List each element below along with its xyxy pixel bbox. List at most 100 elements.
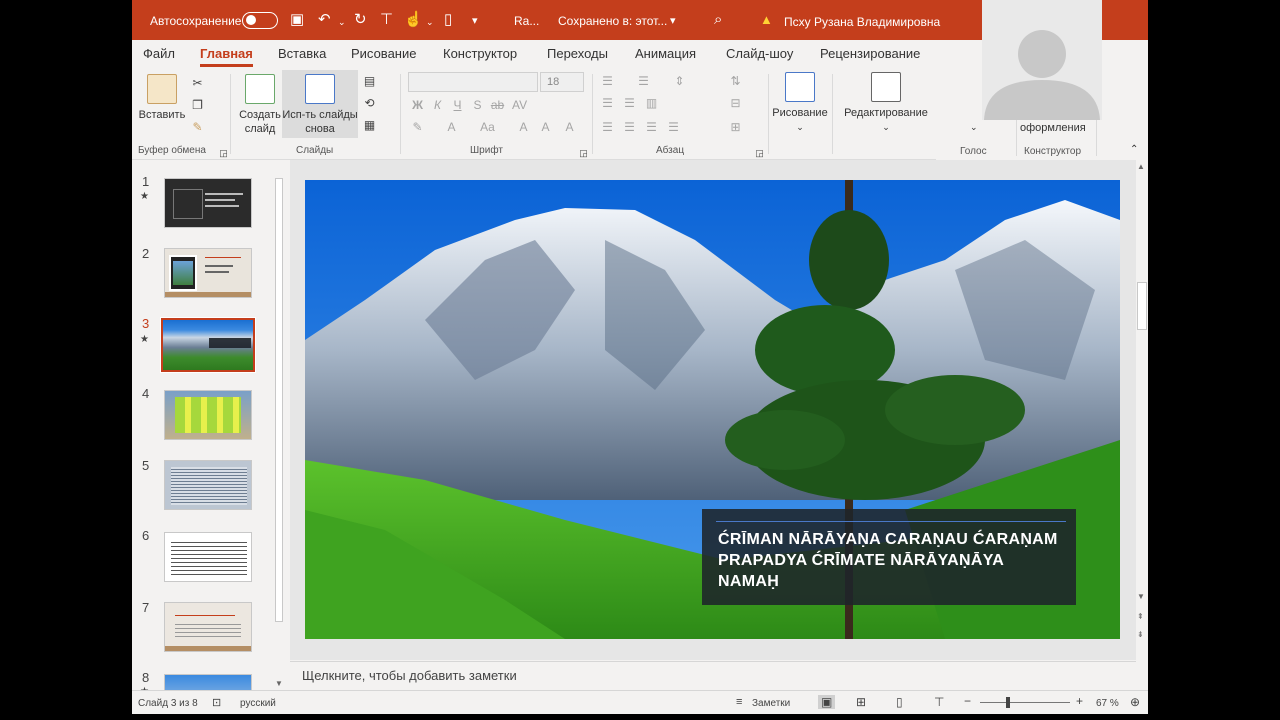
customize-toolbar-icon[interactable]: ▾ (472, 13, 478, 30)
drawing-button[interactable]: Рисование ⌄ (772, 72, 828, 134)
save-status[interactable]: Сохранено в: этот... (558, 14, 667, 28)
slide-scrollbar[interactable]: ▲ ▼ ⇞ ⇟ (1136, 160, 1148, 660)
user-name[interactable]: Псху Рузана Владимировна (784, 15, 940, 29)
font-size-field[interactable]: 18 (540, 72, 584, 92)
current-slide[interactable]: ĆRĪMAN NĀRĀYAṆA CARAṆAU ĆARAṆAM PRAPADYA… (305, 180, 1120, 639)
align-text-icon[interactable]: ⊟ (728, 96, 743, 111)
touch-dropdown-icon[interactable]: ⌄ (426, 14, 434, 31)
scroll-down-icon[interactable]: ▼ (1137, 592, 1145, 601)
tab-review[interactable]: Рецензирование (820, 46, 920, 61)
increase-font-icon[interactable]: A (516, 120, 531, 135)
font-color-icon[interactable]: A (444, 120, 459, 135)
font-launcher-icon[interactable]: ◲ (576, 146, 591, 161)
zoom-in-icon[interactable]: + (1076, 694, 1083, 708)
scroll-down-icon[interactable]: ▼ (275, 679, 283, 688)
decrease-indent-icon[interactable]: ☰ (600, 96, 615, 111)
autosave-toggle[interactable] (242, 12, 278, 29)
undo-dropdown-icon[interactable]: ⌄ (338, 14, 346, 31)
zoom-slider-thumb[interactable] (1006, 697, 1010, 708)
italic-icon[interactable]: К (430, 98, 445, 113)
align-center-icon[interactable]: ☰ (622, 120, 637, 135)
change-case-icon[interactable]: Aa (480, 120, 495, 135)
next-slide-icon[interactable]: ⇟ (1137, 630, 1144, 639)
highlight-icon[interactable]: ✎ (410, 120, 425, 135)
tab-file[interactable]: Файл (143, 46, 175, 61)
clear-format-icon[interactable]: A (562, 120, 577, 135)
text-direction-icon[interactable]: ⇅ (728, 74, 743, 89)
reading-view-icon[interactable]: ▯ (896, 695, 903, 709)
reset-icon[interactable]: ⟲ (362, 96, 377, 111)
document-title[interactable]: Ra... (514, 14, 539, 28)
scrollbar-thumb[interactable] (1137, 282, 1147, 330)
normal-view-icon[interactable]: ▣ (818, 695, 836, 709)
columns-icon[interactable]: ▥ (644, 96, 659, 111)
slide-thumbnail-6[interactable] (164, 532, 252, 582)
align-right-icon[interactable]: ☰ (644, 120, 659, 135)
numbering-icon[interactable]: ☰ (636, 74, 651, 89)
bullets-icon[interactable]: ☰ (600, 74, 615, 89)
thumbnails-scrollbar[interactable]: ▼ (272, 176, 286, 690)
accessibility-icon[interactable]: ⊡ (212, 696, 221, 709)
scrollbar-thumb[interactable] (275, 178, 283, 622)
search-icon[interactable]: ⌕ (714, 11, 722, 28)
designer-button-label[interactable]: оформления (1020, 122, 1086, 134)
slideshow-view-icon[interactable]: ⊤ (934, 695, 944, 709)
zoom-slider-track[interactable] (980, 702, 1070, 703)
slide-thumbnail-2[interactable] (164, 248, 252, 298)
new-slide-button[interactable]: Создать слайд (236, 74, 284, 136)
status-dropdown-icon[interactable]: ▾ (670, 13, 676, 30)
shadow-icon[interactable]: S (470, 98, 485, 113)
increase-indent-icon[interactable]: ☰ (622, 96, 637, 111)
tab-design[interactable]: Конструктор (443, 46, 517, 61)
new-file-icon[interactable]: ▯ (444, 11, 452, 28)
caption-textbox[interactable]: ĆRĪMAN NĀRĀYAṆA CARAṆAU ĆARAṆAM PRAPADYA… (702, 509, 1076, 605)
zoom-level[interactable]: 67 % (1096, 698, 1119, 709)
bold-icon[interactable]: Ж (410, 98, 425, 113)
align-left-icon[interactable]: ☰ (600, 120, 615, 135)
paste-button[interactable]: Вставить (136, 74, 188, 122)
slide-thumbnail-4[interactable] (164, 390, 252, 440)
previous-slide-icon[interactable]: ⇞ (1137, 612, 1144, 621)
fit-to-window-icon[interactable]: ⊕ (1130, 695, 1140, 709)
touch-mode-icon[interactable]: ☝ (404, 11, 423, 28)
scroll-up-icon[interactable]: ▲ (1137, 162, 1145, 171)
slide-thumbnail-5[interactable] (164, 460, 252, 510)
zoom-out-icon[interactable]: − (964, 694, 971, 708)
slide-thumbnail-1[interactable] (164, 178, 252, 228)
redo-icon[interactable]: ↻ (354, 11, 367, 28)
font-name-field[interactable] (408, 72, 538, 92)
tab-insert[interactable]: Вставка (278, 46, 326, 61)
tab-transitions[interactable]: Переходы (547, 46, 608, 61)
slide-thumbnail-3[interactable] (160, 317, 256, 373)
copy-icon[interactable]: ❐ (190, 98, 205, 113)
format-painter-icon[interactable]: ✎ (190, 120, 205, 135)
present-icon[interactable]: ⊤ (380, 11, 393, 28)
collapse-ribbon-icon[interactable]: ⌃ (1130, 144, 1138, 155)
save-icon[interactable]: ▣ (290, 11, 304, 28)
notes-pane[interactable]: Щелкните, чтобы добавить заметки (290, 661, 1136, 690)
line-spacing-icon[interactable]: ⇕ (672, 74, 687, 89)
notes-button[interactable]: Заметки (752, 698, 790, 709)
section-icon[interactable]: ▦ (362, 118, 377, 133)
decrease-font-icon[interactable]: A (538, 120, 553, 135)
cut-icon[interactable]: ✂ (190, 76, 205, 91)
char-spacing-icon[interactable]: AV (512, 98, 527, 113)
undo-icon[interactable]: ↶ (318, 11, 331, 28)
clipboard-launcher-icon[interactable]: ◲ (216, 146, 231, 161)
tab-slideshow[interactable]: Слайд-шоу (726, 46, 793, 61)
tab-home[interactable]: Главная (200, 46, 253, 67)
underline-icon[interactable]: Ч (450, 98, 465, 113)
tab-animations[interactable]: Анимация (635, 46, 696, 61)
notes-icon[interactable]: ≡ (736, 696, 742, 708)
editing-button[interactable]: Редактирование ⌄ (838, 72, 934, 134)
slide-thumbnail-7[interactable] (164, 602, 252, 652)
paragraph-launcher-icon[interactable]: ◲ (752, 146, 767, 161)
reuse-slides-button[interactable]: Исп-ть слайды снова (282, 74, 358, 136)
layout-icon[interactable]: ▤ (362, 74, 377, 89)
language-status[interactable]: русский (240, 698, 276, 709)
tab-draw[interactable]: Рисование (351, 46, 416, 61)
smartart-icon[interactable]: ⊞ (728, 120, 743, 135)
slide-sorter-icon[interactable]: ⊞ (856, 695, 866, 709)
voice-dropdown-icon[interactable]: ⌄ (970, 122, 978, 133)
strikethrough-icon[interactable]: ab (490, 98, 505, 113)
